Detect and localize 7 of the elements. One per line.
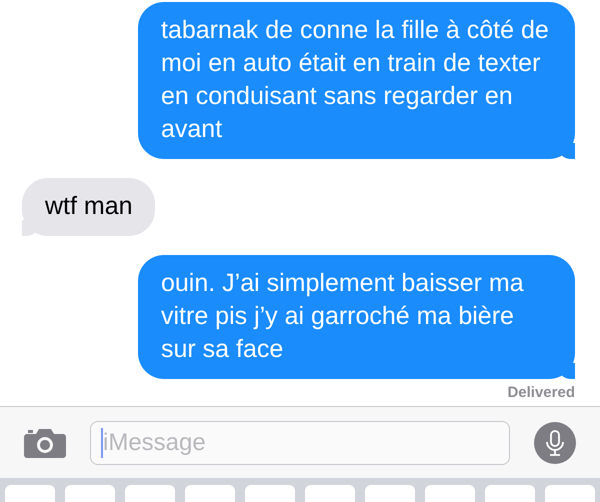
sent-message-bubble: ouin. J’ai simplement baisser ma vitre pis j’y ai garroché ma bière sur sa face: [138, 255, 575, 379]
sent-message-bubble: tabarnak de conne la fille à côté de moi en auto était en train de texter en conduisant sans regarder en avant: [138, 2, 575, 159]
message-field[interactable]: iMessage: [90, 420, 510, 464]
camera-icon[interactable]: [24, 428, 66, 458]
received-message-bubble: wtf man: [22, 178, 155, 236]
delivery-status: Delivered: [507, 384, 575, 401]
microphone-icon[interactable]: [534, 422, 576, 464]
